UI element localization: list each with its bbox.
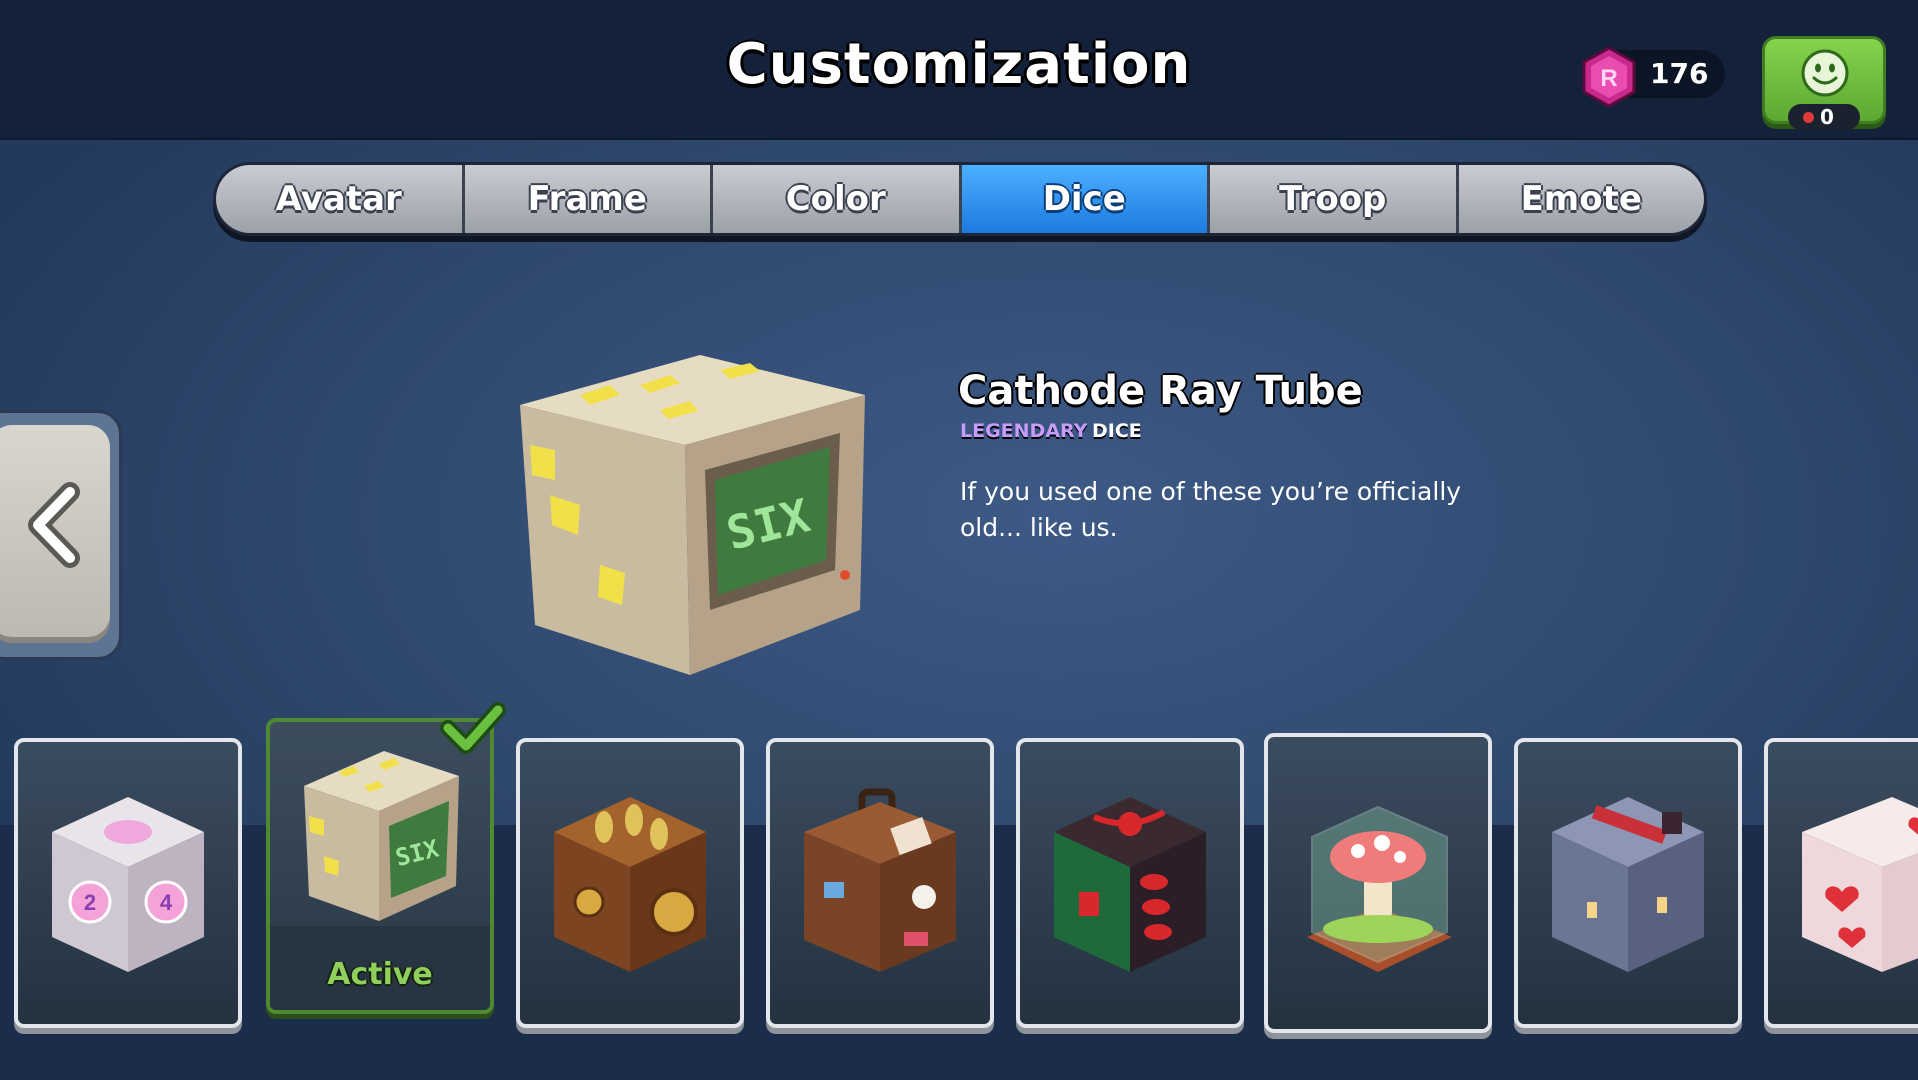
dice-card-companion-cube[interactable]: 2 4 (14, 738, 242, 1028)
tab-emote[interactable]: Emote (1458, 165, 1704, 233)
tab-avatar[interactable]: Avatar (216, 165, 465, 233)
dice-card-steampunk[interactable] (516, 738, 744, 1028)
svg-text:2: 2 (84, 890, 96, 915)
dice-card-castle[interactable] (1514, 738, 1742, 1028)
item-rarity: LEGENDARY (960, 420, 1088, 442)
dice-card-hearts[interactable] (1764, 738, 1918, 1028)
checkmark-icon (440, 702, 506, 754)
active-label: Active (327, 957, 433, 992)
crt-dice-icon: SIX (304, 751, 459, 921)
svg-text:4: 4 (160, 890, 173, 915)
svg-text:R: R (1600, 65, 1617, 92)
notification-count: 0 (1820, 105, 1834, 129)
chevron-left-icon (28, 482, 80, 568)
tab-frame[interactable]: Frame (464, 165, 713, 233)
currency-value: 176 (1650, 57, 1709, 90)
item-type: DICE (1092, 420, 1142, 442)
item-name: Cathode Ray Tube (958, 368, 1363, 414)
dice-card-suitcase[interactable] (766, 738, 994, 1028)
tab-color[interactable]: Color (713, 165, 962, 233)
gem-icon: R (1582, 46, 1636, 108)
tab-troop[interactable]: Troop (1210, 165, 1459, 233)
dice-card-crt[interactable]: SIX Active (266, 718, 494, 1014)
castle-dice-icon (1552, 797, 1704, 972)
smiley-icon (1801, 49, 1849, 97)
notification-dot-icon (1803, 112, 1814, 123)
crt-dice-preview-icon: SIX (520, 355, 865, 675)
steampunk-dice-icon (554, 797, 706, 972)
red-rope-dice-icon (1054, 797, 1206, 972)
item-description: If you used one of these you’re official… (960, 477, 1462, 542)
mushroom-dice-icon (1307, 805, 1452, 972)
dice-card-red-rope[interactable] (1016, 738, 1244, 1028)
companion-cube-dice-icon: 2 4 (52, 797, 204, 972)
category-tabs: Avatar Frame Color Dice Troop Emote (213, 162, 1707, 236)
tab-dice[interactable]: Dice (961, 165, 1210, 233)
hearts-dice-icon (1802, 797, 1918, 972)
dice-card-mushroom[interactable] (1264, 733, 1492, 1033)
suitcase-dice-icon (804, 788, 956, 972)
